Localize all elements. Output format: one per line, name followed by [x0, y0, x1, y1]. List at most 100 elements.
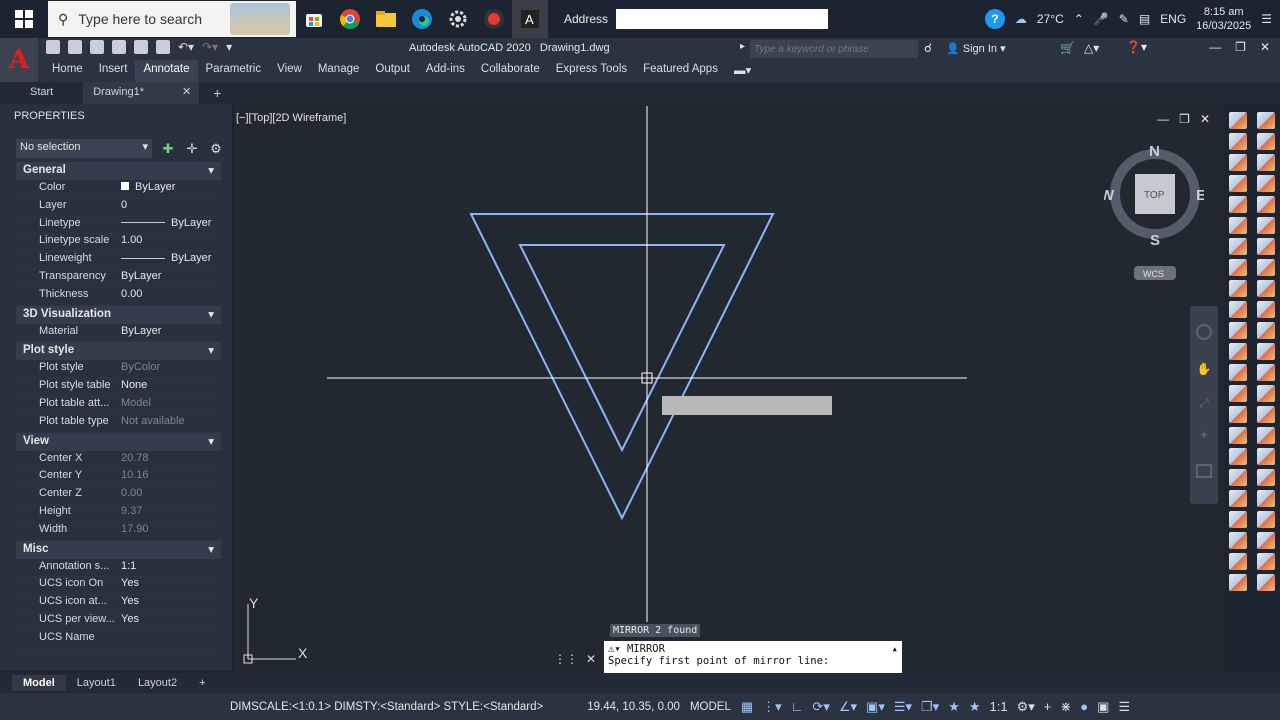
tool-palette-icon[interactable]	[1229, 112, 1247, 129]
property-value[interactable]: None	[120, 379, 221, 396]
customize-qat-icon[interactable]: ▾	[226, 40, 232, 54]
tool-palette-icon[interactable]	[1229, 574, 1247, 591]
settings-gear-icon[interactable]	[440, 0, 476, 38]
new-tab-button[interactable]: +	[213, 85, 221, 101]
tab-insert[interactable]: Insert	[91, 60, 136, 82]
cart-icon[interactable]: 🛒	[1060, 41, 1075, 55]
tool-palette-icon[interactable]	[1257, 175, 1275, 192]
property-row[interactable]: Material ByLayer	[16, 325, 221, 343]
section-header[interactable]: 3D Visualization	[16, 305, 221, 324]
property-row[interactable]: Color ByLayer	[16, 181, 221, 199]
property-row[interactable]: Plot table type Not available	[16, 415, 221, 433]
fullscreen-icon[interactable]: ▣	[1097, 699, 1109, 715]
property-row[interactable]: UCS per view... Yes	[16, 613, 221, 631]
property-value[interactable]: ByColor	[120, 361, 221, 378]
property-row[interactable]: Lineweight ByLayer	[16, 252, 221, 270]
object-snap-icon[interactable]: ▣▾	[866, 699, 885, 715]
tool-palette-icon[interactable]	[1229, 259, 1247, 276]
command-grip-icon[interactable]: ⋮⋮	[554, 652, 578, 666]
notification-icon[interactable]: ☰	[1261, 12, 1272, 26]
isolate-objects-icon[interactable]: ●	[1080, 699, 1088, 715]
pan-hand-icon[interactable]: ✋	[1196, 362, 1212, 380]
keyword-search-input[interactable]	[750, 40, 918, 58]
minimize-icon[interactable]: —	[1209, 40, 1221, 54]
drawing-canvas[interactable]: [−][Top][2D Wireframe] — ❐ ✕ Y X TOP N S…	[234, 104, 1224, 676]
outer-triangle[interactable]	[469, 213, 775, 521]
ribbon-toggle-icon[interactable]: ▬▾	[726, 60, 759, 82]
property-value[interactable]: 10.16	[120, 469, 221, 486]
property-value[interactable]: 1.00	[120, 234, 221, 251]
property-row[interactable]: Plot style table None	[16, 379, 221, 397]
property-row[interactable]: Height 9.37	[16, 505, 221, 523]
property-value[interactable]	[120, 631, 221, 648]
property-row[interactable]: Linetype ByLayer	[16, 217, 221, 235]
recorder-icon[interactable]	[476, 0, 512, 38]
language-indicator[interactable]: ENG	[1160, 12, 1186, 26]
new-file-icon[interactable]	[46, 40, 60, 54]
chrome-icon[interactable]	[332, 0, 368, 38]
zoom-extents-icon[interactable]: ⤢	[1196, 396, 1212, 412]
property-value[interactable]: ByLayer	[120, 252, 221, 269]
property-value[interactable]: Yes	[120, 613, 221, 630]
tab-manage[interactable]: Manage	[310, 60, 368, 82]
search-expand-icon[interactable]: ▸	[740, 41, 745, 52]
undo-icon[interactable]: ↶▾	[178, 40, 194, 54]
add-icon[interactable]: +	[1044, 699, 1052, 715]
tab-view[interactable]: View	[269, 60, 310, 82]
tab-layout2[interactable]: Layout2	[127, 675, 188, 691]
section-header[interactable]: View	[16, 432, 221, 451]
annotation-visibility-icon[interactable]: ★	[948, 699, 960, 715]
tool-palette-icon[interactable]	[1257, 133, 1275, 150]
quick-select-icon[interactable]: ⚙	[208, 141, 224, 157]
tool-palette-icon[interactable]	[1257, 217, 1275, 234]
property-row[interactable]: Layer 0	[16, 199, 221, 217]
tool-palette-icon[interactable]	[1257, 427, 1275, 444]
close-icon[interactable]: ✕	[1260, 40, 1270, 54]
property-value[interactable]: Model	[120, 397, 221, 414]
redo-icon[interactable]: ↷▾	[202, 40, 218, 54]
tool-palette-icon[interactable]	[1257, 364, 1275, 381]
tool-palette-icon[interactable]	[1229, 385, 1247, 402]
property-row[interactable]: Width 17.90	[16, 523, 221, 541]
dynamic-input-box[interactable]	[662, 396, 832, 415]
tab-output[interactable]: Output	[367, 60, 418, 82]
property-row[interactable]: UCS icon at... Yes	[16, 595, 221, 613]
tab-model[interactable]: Model	[12, 675, 66, 691]
tab-featured-apps[interactable]: Featured Apps	[635, 60, 726, 82]
tool-palette-icon[interactable]	[1229, 217, 1247, 234]
ortho-icon[interactable]: ∟	[791, 699, 804, 715]
tool-palette-icon[interactable]	[1229, 511, 1247, 528]
tool-palette-icon[interactable]	[1257, 406, 1275, 423]
showmotion-icon[interactable]	[1196, 464, 1212, 478]
tool-palette-icon[interactable]	[1229, 406, 1247, 423]
tool-palette-icon[interactable]	[1257, 574, 1275, 591]
cursor-coordinates[interactable]: 19.44, 10.35, 0.00	[587, 701, 680, 713]
tool-palette-icon[interactable]	[1257, 343, 1275, 360]
pen-icon[interactable]: ✎	[1119, 12, 1129, 26]
compass-south[interactable]: S	[1150, 232, 1160, 249]
tool-palette-icon[interactable]	[1257, 469, 1275, 486]
tool-palette-icon[interactable]	[1257, 490, 1275, 507]
temperature[interactable]: 27°C	[1037, 12, 1064, 26]
property-value[interactable]: 0	[120, 199, 221, 216]
store-icon[interactable]	[296, 0, 332, 38]
selection-dropdown[interactable]: No selection	[16, 139, 152, 158]
tool-palette-icon[interactable]	[1229, 133, 1247, 150]
isodraft-icon[interactable]: ∠▾	[839, 699, 857, 715]
command-line[interactable]: ⚠▾ MIRROR ▴ Specify first point of mirro…	[604, 641, 902, 674]
property-value[interactable]: Not available	[120, 415, 221, 432]
customize-status-icon[interactable]: ☰	[1118, 699, 1130, 715]
tool-palette-icon[interactable]	[1257, 259, 1275, 276]
property-value[interactable]: Yes	[120, 577, 221, 594]
tool-palette-icon[interactable]	[1257, 280, 1275, 297]
selection-cycling-icon[interactable]: ❐▾	[921, 699, 939, 715]
tab-add-ins[interactable]: Add-ins	[418, 60, 473, 82]
property-row[interactable]: Center Z 0.00	[16, 487, 221, 505]
tab-parametric[interactable]: Parametric	[198, 60, 270, 82]
property-value[interactable]: 17.90	[120, 523, 221, 540]
viewcube[interactable]: TOP N S W E WCS	[1104, 142, 1204, 282]
tool-palette-icon[interactable]	[1229, 553, 1247, 570]
tool-palette-icon[interactable]	[1229, 427, 1247, 444]
tool-palette-icon[interactable]	[1257, 532, 1275, 549]
property-row[interactable]: Plot style ByColor	[16, 361, 221, 380]
